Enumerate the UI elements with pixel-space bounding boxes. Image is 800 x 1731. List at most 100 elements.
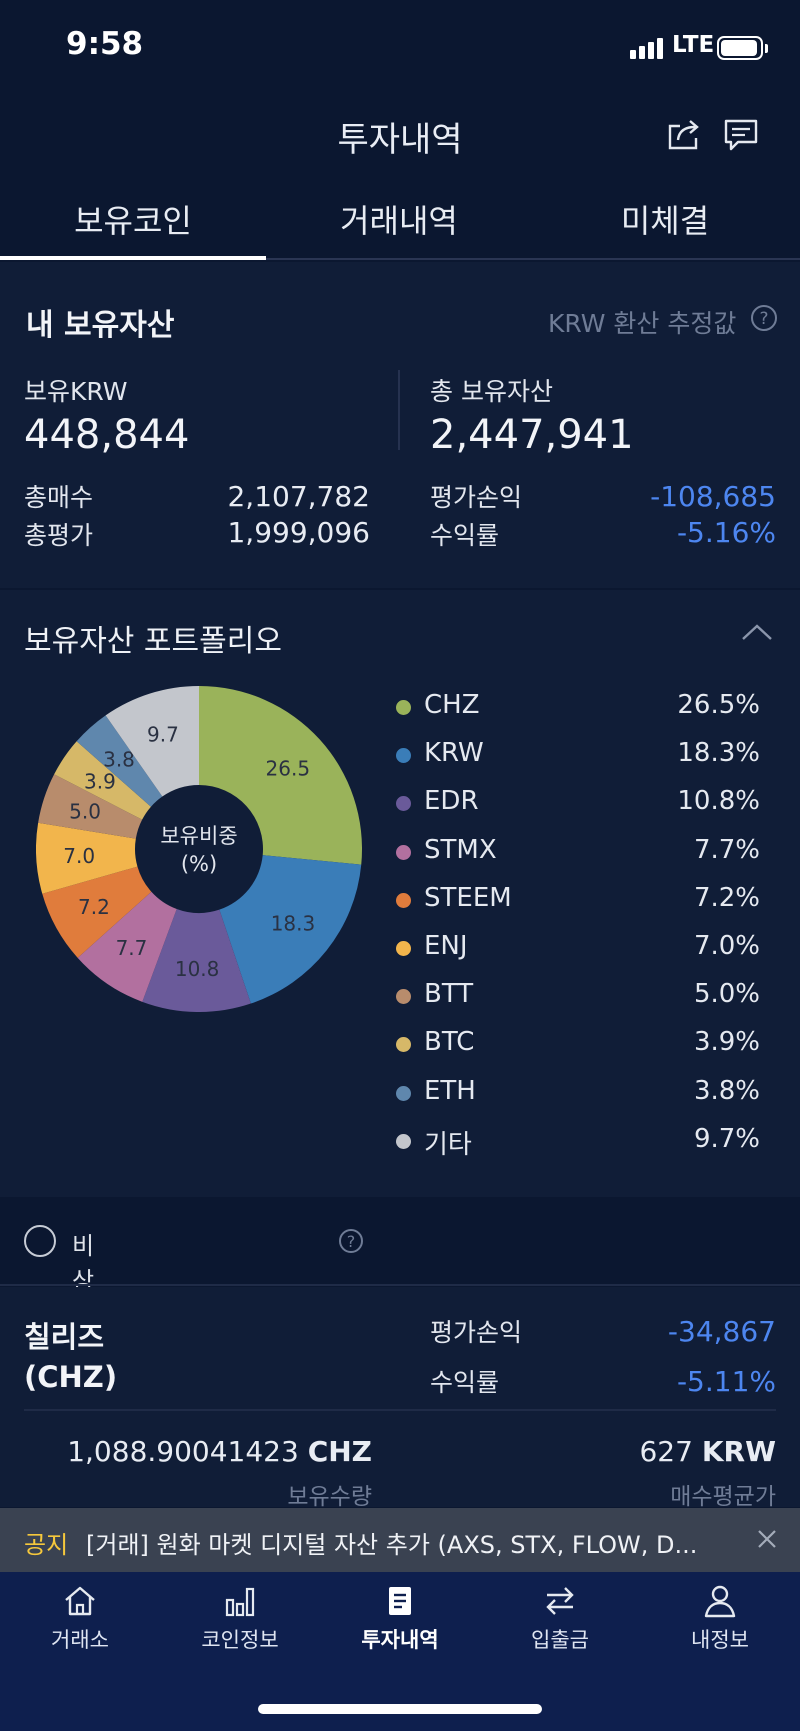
legend-percent: 7.2% (693, 882, 760, 913)
legend-label: KRW (424, 738, 484, 769)
legend-label: EDR (424, 786, 479, 817)
battery-icon (717, 36, 763, 60)
coin-name-korean: 칠리즈 (24, 1320, 105, 1354)
legend-percent: 5.0% (693, 979, 760, 1010)
notice-bar[interactable]: 공지 [거래] 원화 마켓 디지털 자산 추가 (AXS, STX, FLOW,… (0, 1508, 800, 1572)
return-rate-label: 수익률 (430, 521, 500, 550)
krw-estimate-note: KRW 환산 추정값 (548, 309, 737, 338)
legend-item: CHZ 26.5% (396, 686, 760, 734)
legend-swatch (396, 941, 411, 956)
held-krw-value: 448,844 (24, 412, 190, 458)
legend-percent: 10.8% (677, 786, 760, 817)
coin-quantity-unit: CHZ (307, 1435, 372, 1468)
legend-label: CHZ (424, 690, 480, 720)
transfer-icon (546, 1587, 574, 1615)
total-buy-value: 2,107,782 (227, 480, 370, 513)
coin-item-chz[interactable]: 칠리즈 (CHZ) 평가손익 -34,867 수익률 -5.11% 1,088.… (0, 1287, 800, 1510)
legend-label: 기타 (424, 1129, 472, 1160)
nav-item-deposit-withdraw[interactable]: 입출금 (480, 1572, 640, 1682)
network-label: LTE (672, 32, 715, 58)
nav-item-exchange[interactable]: 거래소 (0, 1572, 160, 1682)
legend-percent: 18.3% (677, 738, 760, 769)
close-icon[interactable] (756, 1528, 778, 1550)
pie-slice-label: 5.0 (69, 799, 101, 823)
pie-slice-label: 7.7 (116, 936, 148, 960)
legend-item: EDR 10.8% (396, 782, 760, 830)
legend-item: BTT 5.0% (396, 975, 760, 1023)
nav-label-investments: 투자내역 (361, 1628, 439, 1652)
nav-item-my-info[interactable]: 내정보 (640, 1572, 800, 1682)
coin-pl-value: -34,867 (667, 1315, 776, 1348)
notice-tag: 공지 (24, 1531, 69, 1559)
total-buy-label: 총매수 (24, 483, 94, 512)
pie-center-label-line1: 보유비중 (160, 824, 238, 848)
chevron-up-icon[interactable] (740, 622, 774, 642)
legend-item: 기타 9.7% (396, 1120, 760, 1168)
coin-quantity: 1,088.90041423 CHZ (24, 1435, 372, 1468)
legend-item: ETH 3.8% (396, 1072, 760, 1120)
svg-text:?: ? (347, 1232, 356, 1251)
nav-item-coin-info[interactable]: 코인정보 (160, 1572, 320, 1682)
coin-rate-value: -5.11% (676, 1365, 776, 1398)
bar-chart-icon (225, 1587, 255, 1617)
legend-item: ENJ 7.0% (396, 927, 760, 975)
nav-item-investments[interactable]: 투자내역 (320, 1572, 480, 1682)
legend-swatch (396, 892, 411, 908)
legend-swatch (396, 844, 411, 860)
legend-swatch (396, 700, 411, 715)
tab-history[interactable]: 거래내역 (266, 196, 532, 242)
total-assets-value: 2,447,941 (430, 412, 634, 458)
tab-pending[interactable]: 미체결 (532, 196, 798, 242)
person-icon (704, 1585, 736, 1618)
nav-label-my-info: 내정보 (691, 1628, 749, 1652)
coin-quantity-label: 보유수량 (287, 1484, 372, 1510)
share-icon[interactable] (666, 116, 702, 152)
home-indicator[interactable] (258, 1704, 542, 1714)
legend-percent: 26.5% (677, 690, 760, 720)
help-icon[interactable]: ? (750, 304, 778, 332)
legend-item: STEEM 7.2% (396, 879, 760, 927)
legend-swatch (396, 1037, 411, 1053)
legend-item: STMX 7.7% (396, 831, 760, 879)
coin-pl-label: 평가손익 (430, 1318, 523, 1347)
profit-loss-value: -108,685 (650, 480, 776, 513)
column-divider (398, 370, 400, 450)
tab-holdings[interactable]: 보유코인 (0, 196, 266, 242)
signal-icon (630, 38, 666, 59)
legend-percent: 7.0% (693, 931, 760, 961)
portfolio-title: 보유자산 포트폴리오 (24, 624, 282, 659)
pie-slice-label: 3.8 (103, 748, 135, 772)
total-eval-label: 총평가 (24, 521, 94, 550)
chat-icon[interactable] (723, 118, 759, 152)
pie-center-label: 보유비중 (%) (136, 822, 262, 878)
coin-avg-price: 627 KRW (540, 1435, 776, 1468)
coin-avg-price-value: 627 (639, 1435, 693, 1468)
pie-center-label-line2: (%) (180, 852, 218, 876)
coin-rate-label: 수익률 (430, 1368, 500, 1397)
legend-swatch (396, 1133, 411, 1149)
legend-percent: 7.7% (693, 834, 760, 865)
legend-swatch (396, 748, 411, 764)
hide-checkbox[interactable] (24, 1225, 56, 1257)
nav-label-coin-info: 코인정보 (201, 1628, 279, 1652)
document-icon (389, 1587, 411, 1615)
portfolio-panel: 보유자산 포트폴리오 26.5 18.3 10.8 7.7 7.2 7.0 5.0 3.9 3.… (0, 590, 800, 1197)
coin-divider (24, 1409, 776, 1411)
nav-label-deposit-withdraw: 입출금 (531, 1628, 589, 1652)
help-icon[interactable]: ? (338, 1228, 364, 1254)
notice-text[interactable]: [거래] 원화 마켓 디지털 자산 추가 (AXS, STX, FLOW, D.… (86, 1525, 726, 1560)
my-assets-panel: 내 보유자산 KRW 환산 추정값 ? 보유KRW 448,844 총 보유자산… (0, 262, 800, 588)
home-icon (65, 1586, 95, 1616)
coin-avg-price-label: 매수평균가 (670, 1484, 776, 1510)
legend-label: BTC (424, 1027, 475, 1058)
pie-slice-label: 3.9 (84, 769, 116, 793)
legend-percent: 3.8% (693, 1075, 760, 1106)
legend-label: STEEM (424, 882, 512, 913)
coin-quantity-value: 1,088.90041423 (67, 1435, 299, 1468)
legend-label: STMX (424, 834, 497, 865)
coin-avg-price-unit: KRW (701, 1435, 776, 1468)
svg-text:?: ? (759, 309, 768, 329)
nav-label-exchange: 거래소 (51, 1628, 109, 1652)
legend-item: KRW 18.3% (396, 734, 760, 782)
pie-slice-label: 9.7 (147, 723, 179, 747)
